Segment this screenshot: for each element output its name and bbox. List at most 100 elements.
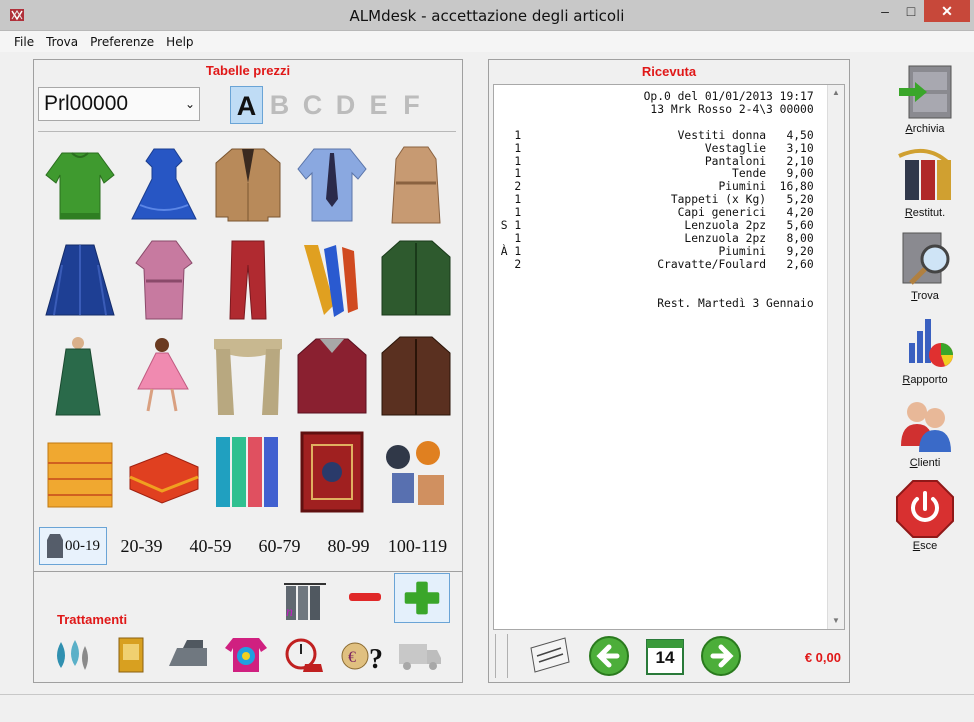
receipt-box[interactable]: Op.0 del 01/01/2013 19:17 13 Mrk Rosso 2… (493, 84, 845, 630)
item-skirt[interactable] (38, 231, 122, 327)
minimize-button[interactable]: – (872, 0, 898, 22)
price-tables-title: Tabelle prezzi (205, 63, 291, 78)
clothes-rack-button[interactable]: n (282, 576, 330, 626)
item-trousers[interactable] (206, 231, 290, 327)
raincoat-icon (55, 337, 101, 416)
find-button[interactable]: Trova (887, 229, 963, 302)
receipt-content: Op.0 del 01/01/2013 19:17 13 Mrk Rosso 2… (494, 90, 826, 310)
receipt-spacer (494, 272, 826, 285)
bedspread-icon (47, 442, 113, 508)
letter-tabs: A B C D E F (230, 86, 428, 124)
scroll-up-icon[interactable]: ▲ (828, 85, 844, 101)
tab-letter-e[interactable]: E (362, 86, 395, 124)
receipt-ticket-icon (530, 637, 570, 673)
parka-icon (381, 240, 451, 316)
blanket-icon (129, 452, 199, 504)
receipt-scrollbar[interactable]: ▲ ▼ (827, 85, 844, 629)
item-bedspread[interactable] (38, 423, 122, 519)
return-button[interactable]: Restitut. (887, 146, 963, 219)
calendar-button[interactable]: 14 (641, 634, 689, 678)
menu-help[interactable]: Help (160, 35, 199, 49)
item-coat[interactable] (374, 135, 458, 231)
receipt-spacer (494, 285, 826, 298)
item-towels[interactable] (206, 423, 290, 519)
receipt-item-line: 2 Cravatte/Foulard 2,60 (494, 257, 814, 271)
tab-letter-a[interactable]: A (230, 86, 263, 124)
item-dress[interactable] (122, 135, 206, 231)
menu-file[interactable]: File (8, 35, 40, 49)
treatment-stopwatch[interactable] (275, 632, 332, 678)
robe-icon (135, 240, 193, 320)
menu-trova[interactable]: Trova (40, 35, 84, 49)
treatment-iron[interactable] (159, 632, 216, 678)
plus-button[interactable] (394, 573, 450, 623)
close-button[interactable]: ✕ (924, 0, 970, 22)
item-blanket[interactable] (122, 423, 206, 519)
trousers-icon (229, 240, 267, 320)
range-tab-100-119[interactable]: 100-119 (383, 527, 452, 565)
range-tab-20-39[interactable]: 20-39 (107, 527, 176, 565)
price-list-value: Prl00000 (44, 92, 129, 115)
drops-icon (56, 640, 88, 670)
maximize-button[interactable]: □ (898, 0, 924, 22)
receipt-header-line: 13 Mrk Rosso 2-4\3 00000 (494, 102, 814, 116)
sidebar-label-report: Rapporto (902, 374, 948, 386)
item-ties[interactable] (290, 231, 374, 327)
range-tab-40-59[interactable]: 40-59 (176, 527, 245, 565)
tab-letter-f[interactable]: F (395, 86, 428, 124)
menu-preferenze[interactable]: Preferenze (84, 35, 160, 49)
item-robe[interactable] (122, 231, 206, 327)
range-tab-60-79[interactable]: 60-79 (245, 527, 314, 565)
item-leather-coat[interactable] (374, 327, 458, 423)
sweater-icon (45, 152, 115, 220)
treatment-delivery[interactable] (391, 632, 448, 678)
tab-letter-b[interactable]: B (263, 86, 296, 124)
tab-letter-c[interactable]: C (296, 86, 329, 124)
stopwatch-icon (285, 638, 323, 672)
tab-letter-d[interactable]: D (329, 86, 362, 124)
status-bar (0, 694, 974, 722)
minus-button[interactable] (348, 590, 382, 604)
item-jacket[interactable] (206, 135, 290, 231)
exit-button[interactable]: Esce (887, 479, 963, 552)
minus-icon (349, 593, 381, 601)
treatment-tie-dye[interactable] (217, 632, 274, 678)
total-amount: € 0,00 (804, 650, 841, 665)
scroll-down-icon[interactable]: ▼ (828, 613, 844, 629)
treatment-currency[interactable]: €? (333, 632, 390, 678)
range-tab-80-99[interactable]: 80-99 (314, 527, 383, 565)
receipt-note-button[interactable] (525, 634, 573, 678)
divider (38, 131, 456, 132)
item-carpet[interactable] (290, 423, 374, 519)
item-sweater[interactable] (38, 135, 122, 231)
arrow-left-icon (589, 636, 629, 676)
customers-button[interactable]: Clienti (887, 396, 963, 469)
treatments-title: Trattamenti (57, 612, 128, 627)
divider (34, 571, 462, 572)
receipt-item-line: 1 Lenzuola 2pz 8,00 (494, 231, 814, 245)
archive-button[interactable]: Archivia (887, 62, 963, 135)
treatment-book[interactable] (101, 632, 158, 678)
receipt-spacer (494, 117, 826, 130)
receipt-title: Ricevuta (641, 64, 697, 79)
treatment-drops[interactable] (43, 632, 100, 678)
item-shirt-tie[interactable] (290, 135, 374, 231)
forward-button[interactable] (697, 634, 745, 678)
receipt-header-line: Op.0 del 01/01/2013 19:17 (494, 90, 814, 103)
tie-dye-icon (224, 638, 267, 672)
range-tab-00-19[interactable]: 00-19 (39, 527, 107, 565)
divider (507, 634, 508, 678)
back-button[interactable] (585, 634, 633, 678)
item-parka[interactable] (374, 231, 458, 327)
report-button[interactable]: Rapporto (887, 313, 963, 386)
item-misc[interactable] (374, 423, 458, 519)
price-list-select[interactable]: Prl00000 ⌄ (38, 87, 200, 121)
item-girl-dress[interactable] (122, 327, 206, 423)
towels-icon (216, 437, 278, 507)
menu-bar: File Trova Preferenze Help (0, 31, 974, 52)
divider (495, 634, 496, 678)
item-curtain[interactable] (206, 327, 290, 423)
item-down-jacket[interactable] (290, 327, 374, 423)
delivery-truck-icon (398, 644, 441, 670)
item-raincoat[interactable] (38, 327, 122, 423)
